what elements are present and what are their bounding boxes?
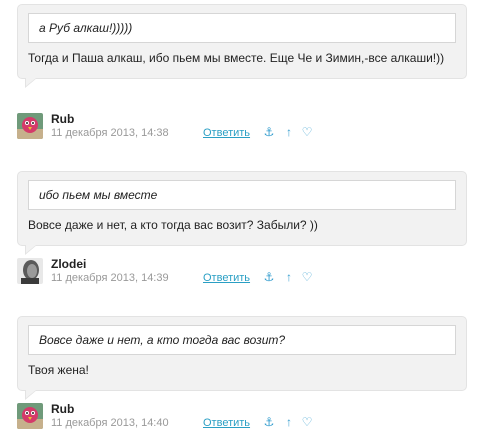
arrow-up-icon[interactable]: ↑ [283, 270, 295, 284]
avatar[interactable] [17, 113, 43, 139]
author-name[interactable]: Rub [51, 402, 74, 416]
quoted-text: Вовсе даже и нет, а кто тогда вас возит? [28, 325, 456, 355]
anchor-icon[interactable]: ⚓ [263, 270, 275, 284]
heart-icon[interactable]: ♡ [301, 270, 313, 284]
comment-3: Вовсе даже и нет, а кто тогда вас возит?… [17, 316, 467, 400]
comment-1: а Руб алкаш!))))) Тогда и Паша алкаш, иб… [17, 4, 467, 88]
comment-meta-2: Zlodei 11 декабря 2013, 14:39 Ответить ⚓… [17, 257, 477, 288]
anchor-icon[interactable]: ⚓ [263, 125, 275, 139]
quoted-text: ибо пьем мы вместе [28, 180, 456, 210]
comment-bubble: а Руб алкаш!))))) Тогда и Паша алкаш, иб… [17, 4, 467, 88]
comment-text: Вовсе даже и нет, а кто тогда вас возит?… [28, 218, 318, 232]
reply-link[interactable]: Ответить [203, 417, 250, 429]
comment-meta-1: Rub 11 декабря 2013, 14:38 Ответить ⚓ ↑ … [17, 112, 477, 143]
comment-2: ибо пьем мы вместе Вовсе даже и нет, а к… [17, 171, 467, 255]
comment-text: Твоя жена! [28, 363, 89, 377]
comment-date: 11 декабря 2013, 14:38 [51, 127, 169, 139]
arrow-up-icon[interactable]: ↑ [283, 415, 295, 429]
arrow-up-icon[interactable]: ↑ [283, 125, 295, 139]
anchor-icon[interactable]: ⚓ [263, 415, 275, 429]
comment-bubble: ибо пьем мы вместе Вовсе даже и нет, а к… [17, 171, 467, 255]
comment-date: 11 декабря 2013, 14:39 [51, 272, 169, 284]
quoted-text: а Руб алкаш!))))) [28, 13, 456, 43]
author-name[interactable]: Rub [51, 112, 74, 126]
comment-bubble: Вовсе даже и нет, а кто тогда вас возит?… [17, 316, 467, 400]
reply-link[interactable]: Ответить [203, 127, 250, 139]
heart-icon[interactable]: ♡ [301, 415, 313, 429]
avatar[interactable] [17, 403, 43, 429]
comment-meta-3: Rub 11 декабря 2013, 14:40 Ответить ⚓ ↑ … [17, 402, 477, 433]
author-name[interactable]: Zlodei [51, 257, 86, 271]
comment-text: Тогда и Паша алкаш, ибо пьем мы вместе. … [28, 51, 445, 65]
heart-icon[interactable]: ♡ [301, 125, 313, 139]
avatar[interactable] [17, 258, 43, 284]
comment-date: 11 декабря 2013, 14:40 [51, 417, 169, 429]
reply-link[interactable]: Ответить [203, 272, 250, 284]
